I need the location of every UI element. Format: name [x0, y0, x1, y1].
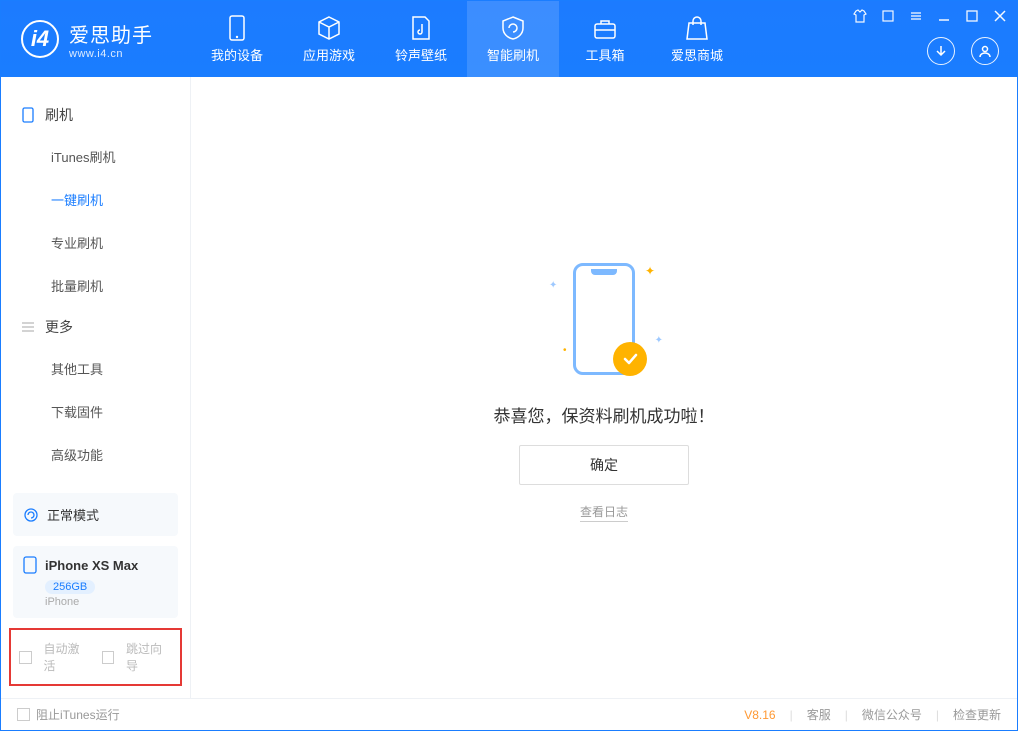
skip-guide-label: 跳过向导	[126, 640, 172, 674]
nav-label: 工具箱	[585, 45, 624, 64]
shield-refresh-icon	[499, 14, 527, 42]
success-message: 恭喜您，保资料刷机成功啦！	[494, 402, 715, 427]
nav-label: 应用游戏	[303, 45, 355, 64]
phone-small-icon	[21, 108, 35, 122]
sparkle-icon: •	[563, 345, 567, 356]
checkbox-auto-activate[interactable]	[19, 651, 32, 664]
footer-link-update[interactable]: 检查更新	[953, 706, 1001, 723]
download-button[interactable]	[927, 37, 955, 65]
view-log-link[interactable]: 查看日志	[580, 503, 628, 522]
nav-label: 铃声壁纸	[395, 45, 447, 64]
toolbox-icon	[591, 14, 619, 42]
sidebar-group-flash: 刷机	[1, 95, 190, 135]
close-icon[interactable]	[993, 9, 1007, 23]
device-capacity: 256GB	[45, 580, 95, 594]
sidebar-item-itunes-flash[interactable]: iTunes刷机	[1, 135, 190, 178]
sparkle-icon: ✦	[655, 335, 663, 346]
ok-button[interactable]: 确定	[519, 445, 689, 485]
nav-toolbox[interactable]: 工具箱	[559, 1, 651, 77]
sidebar-group-label: 更多	[45, 317, 73, 337]
sidebar-item-download-firmware[interactable]: 下载固件	[1, 390, 190, 433]
sparkle-icon: ✦	[549, 280, 557, 291]
music-file-icon	[407, 14, 435, 42]
body: 刷机 iTunes刷机 一键刷机 专业刷机 批量刷机 更多 其他工具 下载固件 …	[1, 77, 1017, 698]
maximize-icon[interactable]	[965, 9, 979, 23]
checkbox-skip-guide[interactable]	[102, 651, 115, 664]
sidebar-item-oneclick-flash[interactable]: 一键刷机	[1, 178, 190, 221]
sidebar-group-more: 更多	[1, 307, 190, 347]
nav-label: 爱思商城	[671, 45, 723, 64]
logo-icon: i4	[21, 20, 59, 58]
footer-link-wechat[interactable]: 微信公众号	[862, 706, 922, 723]
status-label: 正常模式	[47, 505, 99, 524]
phone-icon	[223, 14, 251, 42]
bag-icon	[683, 14, 711, 42]
checkbox-block-itunes[interactable]	[17, 708, 30, 721]
flash-options-highlight: 自动激活 跳过向导	[9, 628, 182, 686]
logo-text: 爱思助手 www.i4.cn	[69, 19, 153, 60]
nav-store[interactable]: 爱思商城	[651, 1, 743, 77]
titlebar: i4 爱思助手 www.i4.cn 我的设备 应用游戏 铃声壁纸 智能刷机	[1, 1, 1017, 77]
nav-flash[interactable]: 智能刷机	[467, 1, 559, 77]
sidebar-item-batch-flash[interactable]: 批量刷机	[1, 264, 190, 307]
footer: 阻止iTunes运行 V8.16 | 客服 | 微信公众号 | 检查更新	[1, 698, 1017, 730]
nav-label: 我的设备	[211, 45, 263, 64]
nav-my-device[interactable]: 我的设备	[191, 1, 283, 77]
sidebar-item-advanced[interactable]: 高级功能	[1, 433, 190, 476]
settings-icon[interactable]	[881, 9, 895, 23]
top-nav: 我的设备 应用游戏 铃声壁纸 智能刷机 工具箱 爱思商城	[191, 1, 743, 77]
success-illustration: ✦ ✦ • ✦	[539, 254, 669, 384]
app-window: i4 爱思助手 www.i4.cn 我的设备 应用游戏 铃声壁纸 智能刷机	[0, 0, 1018, 731]
cube-icon	[315, 14, 343, 42]
device-name-row: iPhone XS Max	[23, 556, 168, 574]
logo: i4 爱思助手 www.i4.cn	[1, 1, 191, 77]
nav-label: 智能刷机	[487, 45, 539, 64]
minimize-icon[interactable]	[937, 9, 951, 23]
version-label: V8.16	[744, 708, 775, 722]
sidebar-item-pro-flash[interactable]: 专业刷机	[1, 221, 190, 264]
app-name: 爱思助手	[69, 19, 153, 48]
device-card[interactable]: iPhone XS Max 256GB iPhone	[13, 546, 178, 618]
list-icon	[21, 320, 35, 334]
block-itunes-label: 阻止iTunes运行	[36, 706, 120, 723]
device-name: iPhone XS Max	[45, 558, 138, 573]
nav-apps[interactable]: 应用游戏	[283, 1, 375, 77]
device-icon	[23, 556, 37, 574]
footer-right: V8.16 | 客服 | 微信公众号 | 检查更新	[744, 706, 1001, 723]
nav-ringtones[interactable]: 铃声壁纸	[375, 1, 467, 77]
footer-left: 阻止iTunes运行	[17, 706, 120, 723]
sidebar: 刷机 iTunes刷机 一键刷机 专业刷机 批量刷机 更多 其他工具 下载固件 …	[1, 77, 191, 698]
titlebar-actions	[927, 37, 999, 65]
footer-link-support[interactable]: 客服	[807, 706, 831, 723]
account-button[interactable]	[971, 37, 999, 65]
shirt-icon[interactable]	[853, 9, 867, 23]
device-mode-status[interactable]: 正常模式	[13, 493, 178, 536]
sidebar-item-other-tools[interactable]: 其他工具	[1, 347, 190, 390]
app-url: www.i4.cn	[69, 48, 153, 60]
refresh-icon	[23, 507, 39, 523]
window-controls	[853, 9, 1007, 23]
checkmark-badge-icon	[613, 342, 647, 376]
main-content: ✦ ✦ • ✦ 恭喜您，保资料刷机成功啦！ 确定 查看日志	[191, 77, 1017, 698]
device-type: iPhone	[45, 596, 168, 608]
sidebar-group-label: 刷机	[45, 105, 73, 125]
sparkle-icon: ✦	[645, 264, 655, 278]
auto-activate-label: 自动激活	[44, 640, 90, 674]
menu-icon[interactable]	[909, 9, 923, 23]
